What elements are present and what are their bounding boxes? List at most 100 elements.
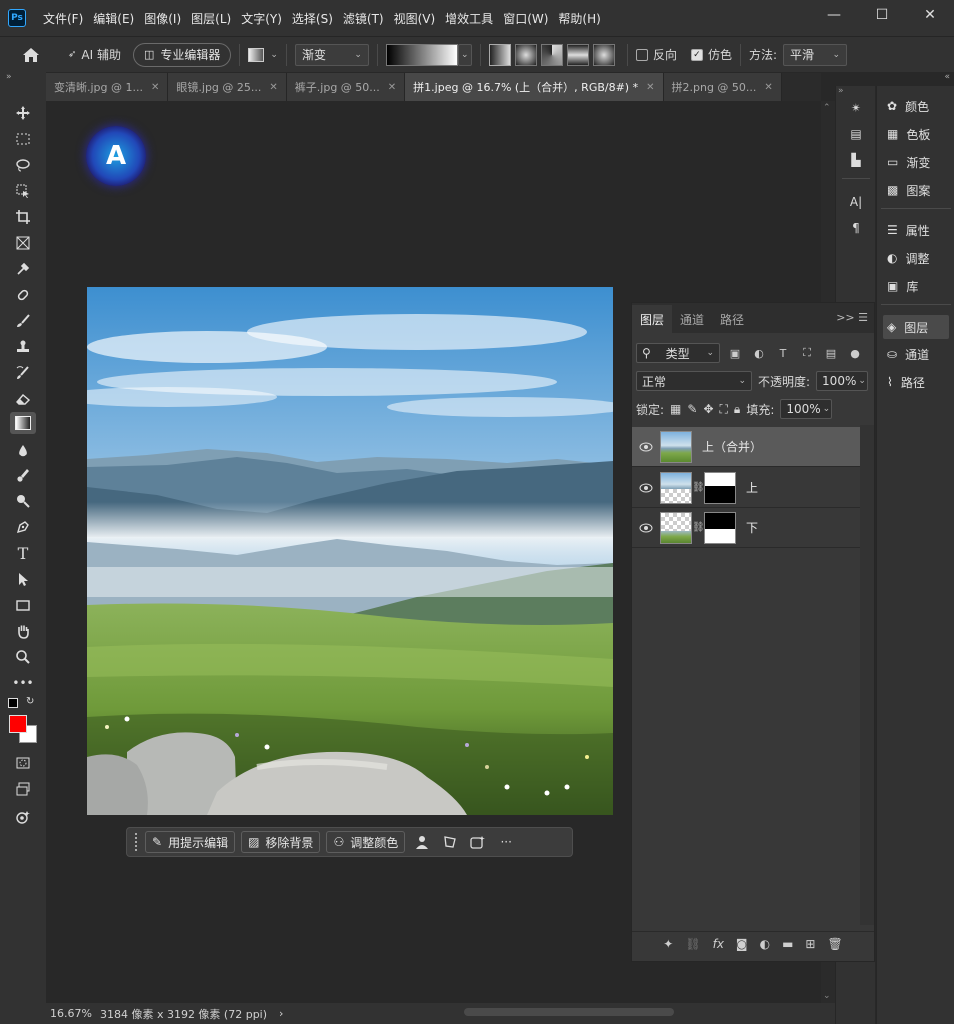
generative-layer-icon[interactable]: ✦ xyxy=(663,937,673,951)
radial-gradient-button[interactable] xyxy=(514,43,537,66)
lock-position-icon[interactable]: ✥ xyxy=(703,402,713,416)
fx-icon[interactable]: fx xyxy=(713,937,724,951)
panel-swatches[interactable]: ▦ 色板 xyxy=(883,122,949,146)
collapse-toolbar-button[interactable]: » xyxy=(0,72,46,86)
blur-tool-icon[interactable] xyxy=(10,440,36,462)
dodge-tool-icon[interactable] xyxy=(10,490,36,512)
tool-preset-picker[interactable]: ⌄ xyxy=(248,47,278,62)
new-group-icon[interactable]: ▬ xyxy=(782,937,793,951)
more-tools-icon[interactable]: ••• xyxy=(10,672,36,694)
visibility-eye-icon[interactable] xyxy=(632,483,660,493)
hand-tool-icon[interactable] xyxy=(10,620,36,642)
zoom-tool-icon[interactable] xyxy=(10,646,36,668)
marquee-tool-icon[interactable] xyxy=(10,128,36,150)
panel-menu-icon[interactable]: >> ☰ xyxy=(836,311,868,324)
swap-colors-icon[interactable]: ↻ xyxy=(26,696,34,707)
close-icon[interactable]: ✕ xyxy=(151,82,159,93)
filter-adjustment-icon[interactable]: ◐ xyxy=(750,344,768,362)
collapse-icon[interactable]: » xyxy=(838,86,844,96)
new-layer-icon[interactable]: ⊞ xyxy=(805,937,815,951)
menu-filter[interactable]: 滤镜(T) xyxy=(338,10,389,27)
reflected-gradient-button[interactable] xyxy=(566,43,589,66)
filter-pixel-icon[interactable]: ▣ xyxy=(726,344,744,362)
gradient-editor[interactable]: ⌄ xyxy=(385,43,472,66)
paragraph-icon[interactable]: ¶ xyxy=(846,218,866,238)
gradient-mode-select[interactable]: 渐变 ⌄ xyxy=(294,43,369,66)
visibility-eye-icon[interactable] xyxy=(632,442,660,452)
new-adjustment-layer-icon[interactable]: ◐ xyxy=(760,937,770,951)
panel-gradients[interactable]: ▭ 渐变 xyxy=(883,150,949,174)
quick-mask-icon[interactable] xyxy=(10,752,36,774)
dither-checkbox[interactable]: ✓ 仿色 xyxy=(690,46,732,63)
layer-name[interactable]: 上 xyxy=(746,479,758,496)
lock-transparency-icon[interactable]: ▦ xyxy=(670,402,681,416)
person-icon[interactable] xyxy=(411,831,433,853)
panel-properties[interactable]: ☰ 属性 xyxy=(883,218,949,242)
document-canvas-image[interactable] xyxy=(87,287,613,815)
eraser-tool-icon[interactable] xyxy=(10,388,36,410)
link-layers-icon[interactable]: ⛓ xyxy=(685,937,700,951)
close-icon[interactable]: ✕ xyxy=(764,82,772,93)
ai-assist-button[interactable]: ➶ AI 辅助 xyxy=(68,46,121,63)
layer-name[interactable]: 上（合并） xyxy=(702,438,762,455)
clone-stamp-tool-icon[interactable] xyxy=(10,336,36,358)
fill-input[interactable]: 100% ⌄ xyxy=(780,399,833,419)
panel-libraries[interactable]: ▣ 库 xyxy=(883,274,949,298)
lock-pixels-icon[interactable]: ✎ xyxy=(687,402,697,416)
pro-editor-button[interactable]: ◫ 专业编辑器 xyxy=(132,42,232,67)
default-colors-icon[interactable] xyxy=(8,698,18,708)
delete-layer-icon[interactable]: 🗑︎ xyxy=(827,937,842,951)
close-button[interactable]: ✕ xyxy=(906,0,954,30)
transform-icon[interactable] xyxy=(439,831,461,853)
more-options-icon[interactable]: ··· xyxy=(495,831,517,853)
linear-gradient-button[interactable] xyxy=(488,43,511,66)
layer-row[interactable]: ⛓ 上 xyxy=(632,468,860,508)
screen-mode-icon[interactable] xyxy=(10,778,36,800)
layer-name[interactable]: 下 xyxy=(746,519,758,536)
home-button[interactable] xyxy=(22,47,40,63)
tab-document-3[interactable]: 裤子.jpg @ 50... ✕ xyxy=(286,73,406,101)
history-brush-tool-icon[interactable] xyxy=(10,362,36,384)
actions-icon[interactable]: ▙ xyxy=(846,150,866,170)
layer-mask-thumbnail[interactable] xyxy=(704,471,736,504)
tab-paths[interactable]: 路径 xyxy=(712,305,752,333)
filter-shape-icon[interactable]: ⛶ xyxy=(798,344,816,362)
menu-plugins[interactable]: 增效工具 xyxy=(440,10,498,27)
remove-background-button[interactable]: ▨ 移除背景 xyxy=(241,831,321,853)
panel-adjustments[interactable]: ◐ 调整 xyxy=(883,246,949,270)
panel-color[interactable]: ✿ 颜色 xyxy=(883,94,949,118)
rectangle-tool-icon[interactable] xyxy=(10,594,36,616)
maximize-button[interactable]: ☐ xyxy=(858,0,906,30)
adjust-colors-button[interactable]: ⚇ 调整颜色 xyxy=(326,831,406,853)
filter-kind-select[interactable]: ⚲ 类型 ⌄ xyxy=(636,343,720,363)
lasso-tool-icon[interactable] xyxy=(10,154,36,176)
tab-document-5[interactable]: 拼2.png @ 50... ✕ xyxy=(663,73,782,101)
filter-smart-object-icon[interactable]: ▤ xyxy=(822,344,840,362)
opacity-input[interactable]: 100% ⌄ xyxy=(816,371,869,391)
close-icon[interactable]: ✕ xyxy=(269,82,277,93)
tab-document-1[interactable]: 变清晰.jpg @ 1... ✕ xyxy=(46,73,169,101)
brush-tool-icon[interactable] xyxy=(10,310,36,332)
status-expand-icon[interactable]: › xyxy=(279,1007,283,1020)
edit-with-prompt-button[interactable]: ✎ 用提示编辑 xyxy=(145,831,236,853)
pen-tool-icon[interactable] xyxy=(10,516,36,538)
lock-artboard-icon[interactable]: ⛶ xyxy=(720,402,728,417)
menu-file[interactable]: 文件(F) xyxy=(38,10,88,27)
panel-channels[interactable]: ⛀ 通道 xyxy=(883,342,949,366)
layer-row[interactable]: ⛓ 下 xyxy=(632,508,860,548)
panel-layers[interactable]: ◈ 图层 xyxy=(883,315,949,339)
generative-fill-icon[interactable] xyxy=(467,831,489,853)
frame-tool-icon[interactable] xyxy=(10,232,36,254)
smudge-tool-icon[interactable] xyxy=(10,464,36,486)
path-selection-tool-icon[interactable] xyxy=(10,568,36,590)
panel-paths[interactable]: ⌇ 路径 xyxy=(883,370,949,394)
panel-patterns[interactable]: ▩ 图案 xyxy=(883,178,949,202)
menu-window[interactable]: 窗口(W) xyxy=(498,10,553,27)
scroll-up-icon[interactable]: ⌃ xyxy=(823,103,831,113)
visibility-eye-icon[interactable] xyxy=(632,523,660,533)
tab-document-2[interactable]: 眼镜.jpg @ 25... ✕ xyxy=(168,73,287,101)
diamond-gradient-button[interactable] xyxy=(592,43,615,66)
move-tool-icon[interactable] xyxy=(10,102,36,124)
zoom-level[interactable]: 16.67% xyxy=(50,1007,92,1020)
angle-gradient-button[interactable] xyxy=(540,43,563,66)
